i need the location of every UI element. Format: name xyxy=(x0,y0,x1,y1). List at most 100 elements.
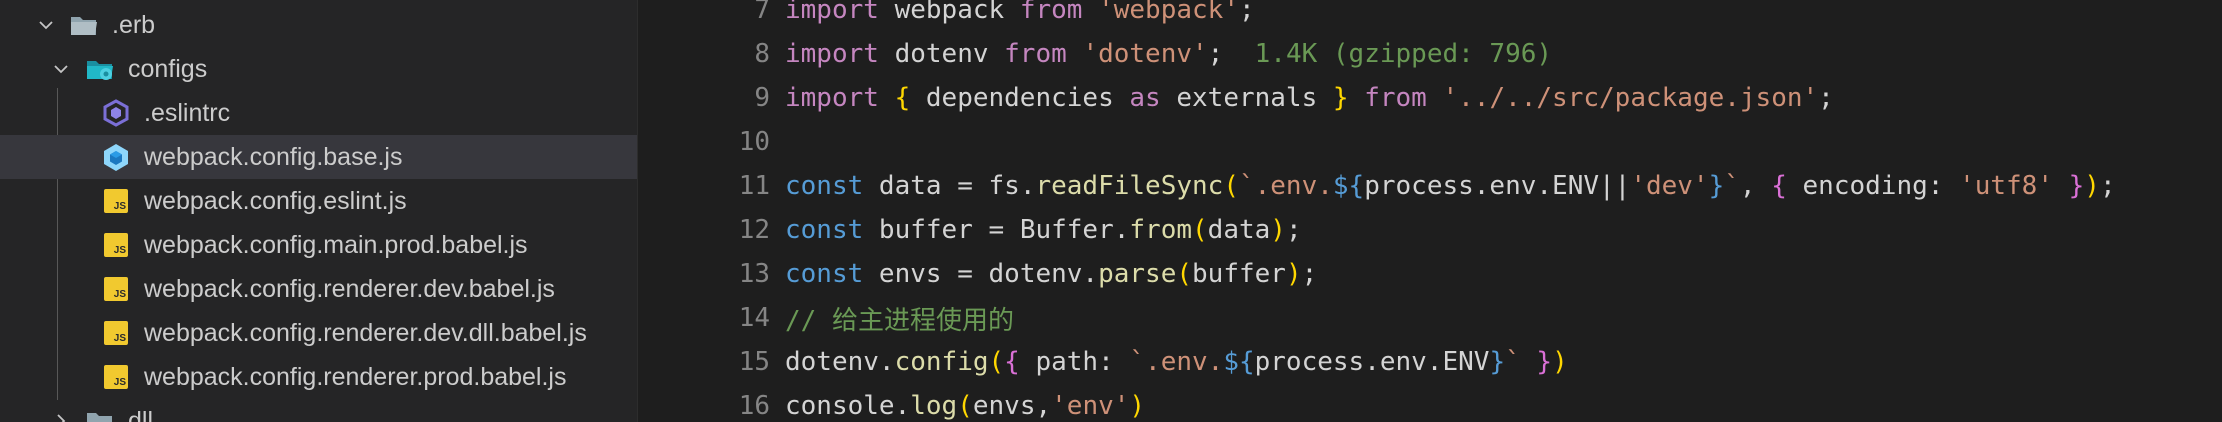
code-token: ( xyxy=(1176,259,1193,289)
code-token: const xyxy=(785,171,864,201)
code-token: externals xyxy=(1160,83,1333,113)
chevron-right-icon xyxy=(57,414,66,422)
tree-item-label: webpack.config.main.prod.babel.js xyxy=(144,230,528,259)
code-token: readFileSync xyxy=(1035,171,1224,201)
code-token: import xyxy=(785,39,879,69)
code-token: ( xyxy=(988,347,1005,377)
code-line[interactable]: 12 const buffer = Buffer.from(data); xyxy=(638,208,2222,252)
code-line[interactable]: 8 import dotenv from 'dotenv'; 1.4K (gzip… xyxy=(638,32,2222,76)
code-text[interactable]: dotenv.config({ path: `.env.${process.en… xyxy=(785,347,1568,377)
code-token: } xyxy=(2068,171,2085,201)
eslint-icon xyxy=(103,99,129,127)
code-text[interactable]: import dotenv from 'dotenv'; 1.4K (gzipp… xyxy=(785,39,1552,69)
code-text[interactable]: import { dependencies as externals } fro… xyxy=(785,83,1834,113)
import-cost-lens: 1.4K (gzipped: 796) xyxy=(1223,39,1553,69)
line-number: 15 xyxy=(738,347,770,377)
code-token: ) xyxy=(1270,215,1286,245)
code-token: ( xyxy=(1192,215,1208,245)
code-line[interactable]: 14 // 给主进程使用的 xyxy=(638,296,2222,340)
line-number: 11 xyxy=(738,171,770,201)
code-token: 'env' xyxy=(1051,391,1130,421)
code-token: // 给主进程使用的 xyxy=(785,305,1014,336)
tree-item-label: webpack.config.renderer.dev.dll.babel.js xyxy=(144,318,587,347)
tree-item-webpack-config-renderer-prod-babel[interactable]: JS webpack.config.renderer.prod.babel.js xyxy=(0,355,637,399)
js-file-icon: JS xyxy=(100,229,132,261)
js-file-icon: JS xyxy=(100,273,132,305)
folder-open-icon xyxy=(71,17,97,35)
code-token: parse xyxy=(1098,259,1177,289)
line-number: 16 xyxy=(738,391,770,421)
code-token: process.env.ENV xyxy=(1254,347,1490,377)
tree-item-label: webpack.config.renderer.dev.babel.js xyxy=(144,274,555,303)
tree-item-label: configs xyxy=(128,54,208,83)
code-token: import xyxy=(785,0,879,25)
tree-item-webpack-config-main-prod-babel[interactable]: JS webpack.config.main.prod.babel.js xyxy=(0,223,637,267)
line-number: 13 xyxy=(738,259,770,289)
tree-item-label: webpack.config.renderer.prod.babel.js xyxy=(144,362,567,391)
code-token: from xyxy=(1364,83,1427,113)
code-token: '../../src/package.json' xyxy=(1442,83,1819,113)
code-token: ` xyxy=(1505,347,1521,377)
code-token: from xyxy=(1004,39,1067,69)
js-file-icon: JS xyxy=(100,317,132,349)
tree-item-webpack-config-renderer-dev-dll-babel[interactable]: JS webpack.config.renderer.dev.dll.babel… xyxy=(0,311,637,355)
tree-item-label: .erb xyxy=(112,10,156,39)
code-token: { xyxy=(894,83,911,113)
code-text[interactable]: // 给主进程使用的 xyxy=(785,300,1014,337)
code-token: const xyxy=(785,215,864,245)
code-token: ${ xyxy=(1223,347,1255,377)
code-token: process.env.ENV|| xyxy=(1364,171,1631,201)
code-token: ; xyxy=(1285,215,1302,245)
code-line[interactable]: 10 xyxy=(638,120,2222,164)
code-token: { xyxy=(1771,171,1787,201)
code-line[interactable]: 15 dotenv.config({ path: `.env.${process.… xyxy=(638,340,2222,384)
code-text[interactable]: const buffer = Buffer.from(data); xyxy=(785,215,1302,245)
code-token: } xyxy=(1708,171,1725,201)
line-number: 12 xyxy=(738,215,770,245)
tree-item-configs-folder[interactable]: configs xyxy=(0,47,637,91)
tree-item-webpack-config-eslint[interactable]: JS webpack.config.eslint.js xyxy=(0,179,637,223)
code-token: ` xyxy=(1724,171,1740,201)
tree-item-webpack-config-base[interactable]: webpack.config.base.js xyxy=(0,135,637,179)
code-token: webpack xyxy=(878,0,1020,25)
code-token: ) xyxy=(1552,347,1568,377)
code-token: ${ xyxy=(1332,171,1365,201)
line-number: 8 xyxy=(754,39,770,69)
folder-config-icon xyxy=(87,61,113,80)
code-text[interactable]: console.log(envs,'env') xyxy=(785,391,1145,421)
js-file-icon: JS xyxy=(100,361,132,393)
code-text[interactable]: import webpack from 'webpack'; xyxy=(785,0,1255,25)
code-editor[interactable]: 7 import webpack from 'webpack'; 8 import d… xyxy=(638,0,2222,422)
tree-item-label: .eslintrc xyxy=(144,98,231,127)
code-token: from xyxy=(1019,0,1083,25)
chevron-down-icon xyxy=(54,65,68,74)
code-text[interactable]: const envs = dotenv.parse(buffer); xyxy=(785,259,1317,289)
tree-item-label: dll xyxy=(128,406,154,422)
code-line[interactable]: 16 console.log(envs,'env') xyxy=(638,384,2222,422)
code-line[interactable]: 7 import webpack from 'webpack'; xyxy=(638,0,2222,32)
tree-item-erb-folder[interactable]: .erb xyxy=(0,3,637,47)
tree-item-dll-folder[interactable]: dll xyxy=(0,399,637,422)
code-token: ( xyxy=(957,391,973,421)
code-token: data xyxy=(1207,215,1271,245)
tree-item-eslintrc[interactable]: .eslintrc xyxy=(0,91,637,135)
code-token: envs, xyxy=(972,391,1052,421)
tree-item-label: webpack.config.eslint.js xyxy=(144,186,407,215)
code-token: buffer = Buffer. xyxy=(863,215,1130,245)
code-text[interactable]: const data = fs.readFileSync(`.env.${pro… xyxy=(785,171,2116,201)
code-token: 'utf8' xyxy=(1959,171,2053,201)
chevron-down-icon xyxy=(39,21,53,30)
tree-item-webpack-config-renderer-dev-babel[interactable]: JS webpack.config.renderer.dev.babel.js xyxy=(0,267,637,311)
code-token: 'dev' xyxy=(1630,171,1709,201)
file-explorer: .erb configs .eslintrc webpack.config.ba… xyxy=(0,0,637,422)
folder-icon xyxy=(87,413,112,422)
code-line[interactable]: 9 import { dependencies as externals } fr… xyxy=(638,76,2222,120)
code-line[interactable]: 13 const envs = dotenv.parse(buffer); xyxy=(638,252,2222,296)
code-token: envs = dotenv. xyxy=(863,259,1099,289)
code-line[interactable]: 11 const data = fs.readFileSync(`.env.${p… xyxy=(638,164,2222,208)
code-token: as xyxy=(1129,83,1161,113)
code-token: dotenv. xyxy=(785,347,895,377)
line-number: 7 xyxy=(754,0,770,25)
